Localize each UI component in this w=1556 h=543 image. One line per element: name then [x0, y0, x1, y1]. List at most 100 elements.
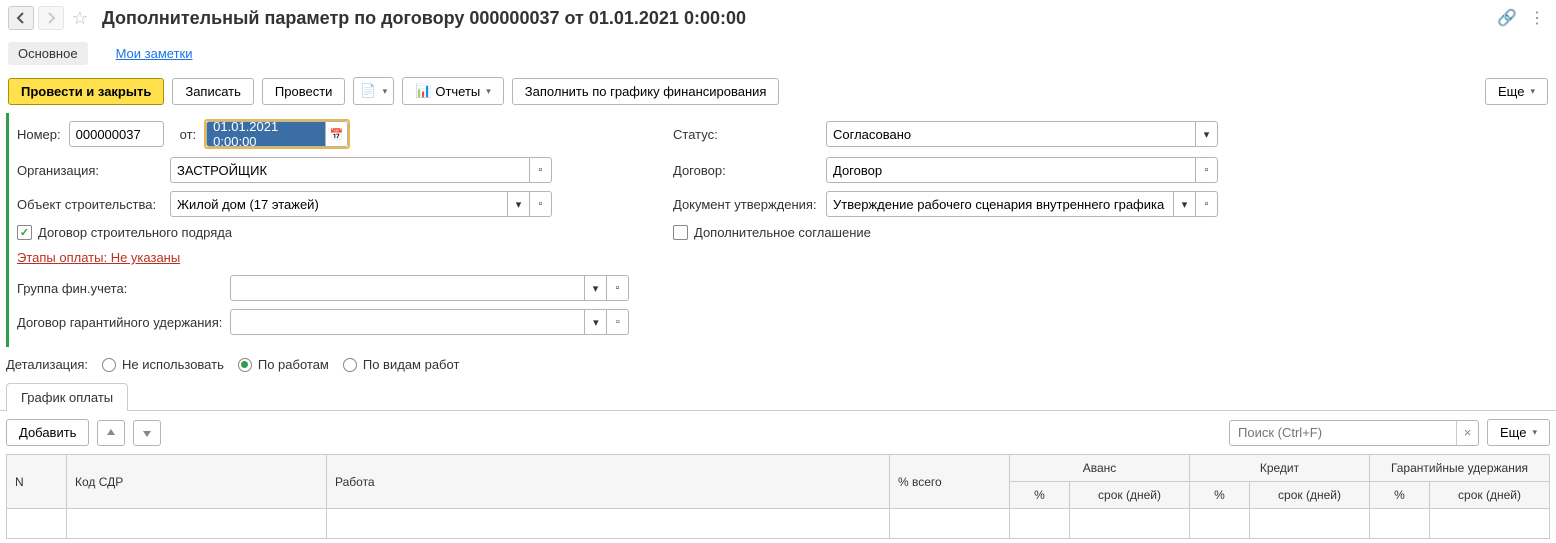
approval-doc-dropdown-button[interactable]: ▾: [1174, 191, 1196, 217]
detail-radio-work-types[interactable]: По видам работ: [343, 357, 460, 372]
fin-group-label: Группа фин.учета:: [17, 281, 222, 296]
col-work[interactable]: Работа: [327, 455, 890, 509]
checkbox-unchecked-icon: [673, 225, 688, 240]
chevron-down-icon: ▾: [383, 86, 388, 97]
contract-open-button[interactable]: ▫: [1196, 157, 1218, 183]
object-open-button[interactable]: ▫: [530, 191, 552, 217]
number-label: Номер:: [17, 127, 61, 142]
col-sdr[interactable]: Код СДР: [67, 455, 327, 509]
open-icon: ▫: [616, 282, 620, 294]
status-dropdown-button[interactable]: ▾: [1196, 121, 1218, 147]
calendar-button[interactable]: 📅: [326, 121, 348, 147]
radio-checked-icon: [238, 358, 252, 372]
approval-doc-open-button[interactable]: ▫: [1196, 191, 1218, 217]
detail-work-types-label: По видам работ: [363, 357, 460, 372]
save-button[interactable]: Записать: [172, 78, 254, 105]
search-clear-button[interactable]: ×: [1456, 421, 1478, 445]
col-advance[interactable]: Аванс: [1010, 455, 1190, 482]
tab-payment-schedule[interactable]: График оплаты: [6, 383, 128, 411]
chevron-down-icon: ▾: [1532, 427, 1537, 438]
fin-group-dropdown-button[interactable]: ▾: [585, 275, 607, 301]
nav-forward-button[interactable]: [38, 6, 64, 30]
construction-contract-checkbox[interactable]: Договор строительного подряда: [17, 225, 232, 240]
date-label: от:: [180, 127, 197, 142]
col-guarantee[interactable]: Гарантийные удержания: [1370, 455, 1550, 482]
more-button[interactable]: Еще ▾: [1485, 78, 1548, 105]
col-guarantee-pct[interactable]: %: [1370, 482, 1430, 509]
number-input[interactable]: [69, 121, 164, 147]
checkbox-checked-icon: [17, 225, 32, 240]
approval-doc-input[interactable]: [826, 191, 1174, 217]
additional-agreement-checkbox[interactable]: Дополнительное соглашение: [673, 225, 871, 240]
detail-radio-none[interactable]: Не использовать: [102, 357, 224, 372]
favorite-star-icon[interactable]: ☆: [68, 6, 92, 30]
object-input[interactable]: [170, 191, 508, 217]
nav-back-button[interactable]: [8, 6, 34, 30]
kebab-menu-icon[interactable]: ⋮: [1526, 7, 1548, 29]
arrow-up-icon: [105, 427, 117, 439]
org-label: Организация:: [17, 163, 162, 178]
approval-doc-label: Документ утверждения:: [673, 197, 818, 212]
open-icon: ▫: [539, 164, 543, 176]
status-input[interactable]: [826, 121, 1196, 147]
object-label: Объект строительства:: [17, 197, 162, 212]
create-based-on-button[interactable]: 📄▾: [353, 77, 394, 105]
chevron-down-icon: ▾: [1182, 198, 1188, 211]
additional-agreement-label: Дополнительное соглашение: [694, 225, 871, 240]
table-search-box[interactable]: ×: [1229, 420, 1479, 446]
post-button[interactable]: Провести: [262, 78, 346, 105]
chevron-down-icon: ▾: [516, 198, 522, 211]
fin-group-open-button[interactable]: ▫: [607, 275, 629, 301]
fill-schedule-button[interactable]: Заполнить по графику финансирования: [512, 78, 780, 105]
col-pct-total[interactable]: % всего: [890, 455, 1010, 509]
status-label: Статус:: [673, 127, 818, 142]
link-icon[interactable]: 🔗: [1496, 7, 1518, 29]
subnav-main[interactable]: Основное: [8, 42, 88, 65]
col-n[interactable]: N: [7, 455, 67, 509]
chevron-down-icon: ▾: [1204, 128, 1210, 141]
table-more-label: Еще: [1500, 425, 1526, 440]
chevron-down-icon: ▾: [593, 282, 599, 295]
payment-stages-link[interactable]: Этапы оплаты: Не указаны: [17, 248, 180, 267]
open-icon: ▫: [616, 316, 620, 328]
col-credit[interactable]: Кредит: [1190, 455, 1370, 482]
detail-works-label: По работам: [258, 357, 329, 372]
table-search-input[interactable]: [1230, 425, 1456, 440]
col-advance-pct[interactable]: %: [1010, 482, 1070, 509]
table-more-button[interactable]: Еще ▾: [1487, 419, 1550, 446]
object-dropdown-button[interactable]: ▾: [508, 191, 530, 217]
move-up-button[interactable]: [97, 420, 125, 446]
col-advance-term[interactable]: срок (дней): [1070, 482, 1190, 509]
report-icon: 📊: [415, 83, 431, 99]
reports-button[interactable]: 📊 Отчеты ▾: [402, 77, 504, 105]
table-row[interactable]: [7, 509, 1550, 539]
col-credit-pct[interactable]: %: [1190, 482, 1250, 509]
date-input[interactable]: 01.01.2021 0:00:00: [206, 121, 326, 147]
guarantee-contract-open-button[interactable]: ▫: [607, 309, 629, 335]
reports-label: Отчеты: [435, 84, 480, 99]
open-icon: ▫: [539, 198, 543, 210]
org-open-button[interactable]: ▫: [530, 157, 552, 183]
radio-unchecked-icon: [343, 358, 357, 372]
chevron-down-icon: ▾: [486, 86, 491, 97]
page-title: Дополнительный параметр по договору 0000…: [102, 8, 1492, 29]
guarantee-contract-label: Договор гарантийного удержания:: [17, 315, 222, 330]
detail-radio-works[interactable]: По работам: [238, 357, 329, 372]
org-input[interactable]: [170, 157, 530, 183]
guarantee-contract-dropdown-button[interactable]: ▾: [585, 309, 607, 335]
subnav-notes[interactable]: Мои заметки: [106, 42, 203, 65]
contract-input[interactable]: [826, 157, 1196, 183]
post-close-button[interactable]: Провести и закрыть: [8, 78, 164, 105]
payment-schedule-table: N Код СДР Работа % всего Аванс Кредит Га…: [6, 454, 1550, 539]
contract-label: Договор:: [673, 163, 818, 178]
document-icon: 📄: [360, 83, 376, 99]
move-down-button[interactable]: [133, 420, 161, 446]
col-guarantee-term[interactable]: срок (дней): [1430, 482, 1550, 509]
add-row-button[interactable]: Добавить: [6, 419, 89, 446]
guarantee-contract-input[interactable]: [230, 309, 585, 335]
chevron-down-icon: ▾: [593, 316, 599, 329]
arrow-down-icon: [141, 427, 153, 439]
radio-unchecked-icon: [102, 358, 116, 372]
fin-group-input[interactable]: [230, 275, 585, 301]
col-credit-term[interactable]: срок (дней): [1250, 482, 1370, 509]
